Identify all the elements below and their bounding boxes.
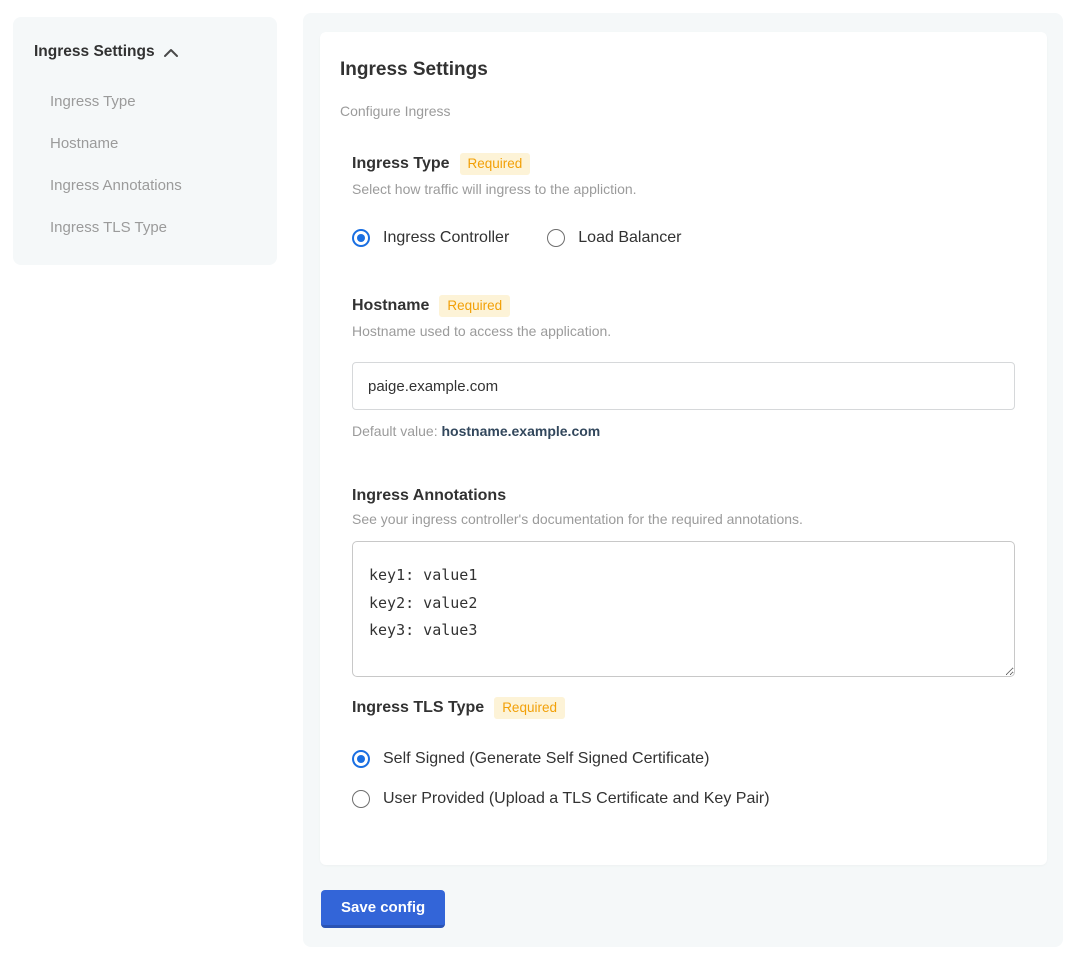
sidebar-item-label: Ingress Type: [50, 93, 136, 110]
section-title-ingress-type: Ingress Type: [352, 155, 450, 173]
required-badge: Required: [460, 153, 531, 175]
sidebar-item-hostname[interactable]: Hostname: [34, 122, 257, 164]
required-badge: Required: [439, 295, 510, 317]
radio-button-icon[interactable]: [352, 229, 370, 247]
ingress-settings-card: Ingress Settings Configure Ingress Ingre…: [320, 32, 1047, 865]
section-ingress-annotations: Ingress Annotations See your ingress con…: [352, 487, 1015, 677]
sidebar-item-list: Ingress Type Hostname Ingress Annotation…: [34, 80, 257, 248]
section-help-ingress-annotations: See your ingress controller's documentat…: [352, 511, 1015, 527]
sidebar-item-ingress-tls-type[interactable]: Ingress TLS Type: [34, 206, 257, 248]
config-sections: Ingress Type Required Select how traffic…: [352, 153, 1015, 808]
ingress-type-radio-group: Ingress Controller Load Balancer: [352, 229, 1015, 247]
radio-label: User Provided (Upload a TLS Certificate …: [383, 790, 770, 808]
radio-button-icon[interactable]: [352, 750, 370, 768]
section-title-ingress-tls-type: Ingress TLS Type: [352, 699, 484, 717]
radio-option-self-signed[interactable]: Self Signed (Generate Self Signed Certif…: [352, 750, 1015, 768]
section-ingress-type: Ingress Type Required Select how traffic…: [352, 153, 1015, 247]
page-subtitle: Configure Ingress: [340, 103, 1027, 119]
section-title-hostname: Hostname: [352, 297, 429, 315]
section-hostname: Hostname Required Hostname used to acces…: [352, 295, 1015, 439]
config-panel: Ingress Settings Configure Ingress Ingre…: [303, 13, 1063, 947]
section-ingress-tls-type: Ingress TLS Type Required Self Signed (G…: [352, 697, 1015, 808]
hostname-input[interactable]: [352, 362, 1015, 410]
tls-type-radio-group: Self Signed (Generate Self Signed Certif…: [352, 750, 1015, 808]
sidebar-item-label: Ingress Annotations: [50, 177, 182, 194]
ingress-annotations-textarea[interactable]: key1: value1 key2: value2 key3: value3: [352, 541, 1015, 677]
chevron-up-icon: [163, 48, 179, 58]
sidebar-item-ingress-type[interactable]: Ingress Type: [34, 80, 257, 122]
default-value-text: hostname.example.com: [442, 423, 601, 439]
sidebar-item-label: Ingress TLS Type: [50, 219, 167, 236]
page-title: Ingress Settings: [340, 59, 1027, 81]
sidebar-item-ingress-annotations[interactable]: Ingress Annotations: [34, 164, 257, 206]
radio-option-load-balancer[interactable]: Load Balancer: [547, 229, 681, 247]
radio-label: Load Balancer: [578, 229, 681, 247]
config-nav-sidebar: Ingress Settings Ingress Type Hostname I…: [13, 17, 277, 265]
default-value-prefix: Default value:: [352, 423, 442, 439]
radio-option-ingress-controller[interactable]: Ingress Controller: [352, 229, 509, 247]
section-help-ingress-type: Select how traffic will ingress to the a…: [352, 181, 1015, 197]
radio-button-icon[interactable]: [352, 790, 370, 808]
radio-button-icon[interactable]: [547, 229, 565, 247]
sidebar-item-label: Hostname: [50, 135, 118, 152]
required-badge: Required: [494, 697, 565, 719]
radio-label: Self Signed (Generate Self Signed Certif…: [383, 750, 709, 768]
save-config-button[interactable]: Save config: [321, 890, 445, 928]
sidebar-group-ingress-settings[interactable]: Ingress Settings: [34, 43, 257, 61]
section-title-ingress-annotations: Ingress Annotations: [352, 487, 506, 505]
sidebar-group-title: Ingress Settings: [34, 43, 155, 61]
radio-option-user-provided[interactable]: User Provided (Upload a TLS Certificate …: [352, 790, 1015, 808]
section-help-hostname: Hostname used to access the application.: [352, 323, 1015, 339]
radio-label: Ingress Controller: [383, 229, 509, 247]
hostname-default-line: Default value: hostname.example.com: [352, 423, 1015, 439]
